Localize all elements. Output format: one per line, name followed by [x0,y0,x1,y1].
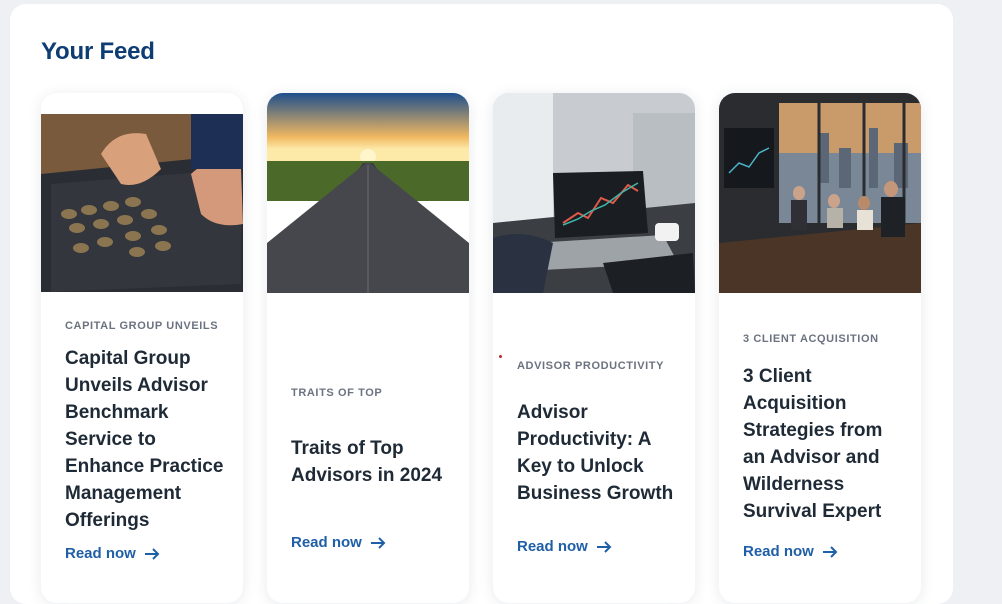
card-headline[interactable]: Advisor Productivity: A Key to Unlock Bu… [517,399,677,507]
feed-card[interactable]: TRAITS OF TOP Traits of Top Advisors in … [267,93,469,603]
feed-card[interactable]: CAPITAL GROUP UNVEILS Capital Group Unve… [41,93,243,603]
read-now-label: Read now [65,545,136,562]
card-image-laptop[interactable] [493,93,695,293]
feed-title: Your Feed [41,38,155,65]
read-now-label: Read now [517,538,588,555]
card-tag: TRAITS OF TOP [291,387,383,399]
card-headline[interactable]: Traits of Top Advisors in 2024 [291,435,451,489]
card-image-road[interactable] [267,93,469,293]
arrow-right-icon [144,547,160,560]
card-tag: CAPITAL GROUP UNVEILS [65,320,219,332]
card-headline[interactable]: 3 Client Acquisition Strategies from an … [743,363,903,525]
card-image-meeting[interactable] [719,93,921,293]
arrow-right-icon [822,545,838,558]
feed-card[interactable]: 3 CLIENT ACQUISITION 3 Client Acquisitio… [719,93,921,603]
arrow-right-icon [596,540,612,553]
decorative-dot [499,355,502,358]
read-now-label: Read now [291,534,362,551]
card-headline[interactable]: Capital Group Unveils Advisor Benchmark … [65,345,225,534]
feed-card[interactable]: ADVISOR PRODUCTIVITY Advisor Productivit… [493,93,695,603]
card-tag: ADVISOR PRODUCTIVITY [517,360,665,372]
card-image-coins[interactable] [41,114,243,292]
read-now-link[interactable]: Read now [743,543,838,560]
card-tag: 3 CLIENT ACQUISITION [743,333,879,345]
arrow-right-icon [370,536,386,549]
read-now-link[interactable]: Read now [65,545,160,562]
read-now-link[interactable]: Read now [291,534,386,551]
read-now-label: Read now [743,543,814,560]
read-now-link[interactable]: Read now [517,538,612,555]
